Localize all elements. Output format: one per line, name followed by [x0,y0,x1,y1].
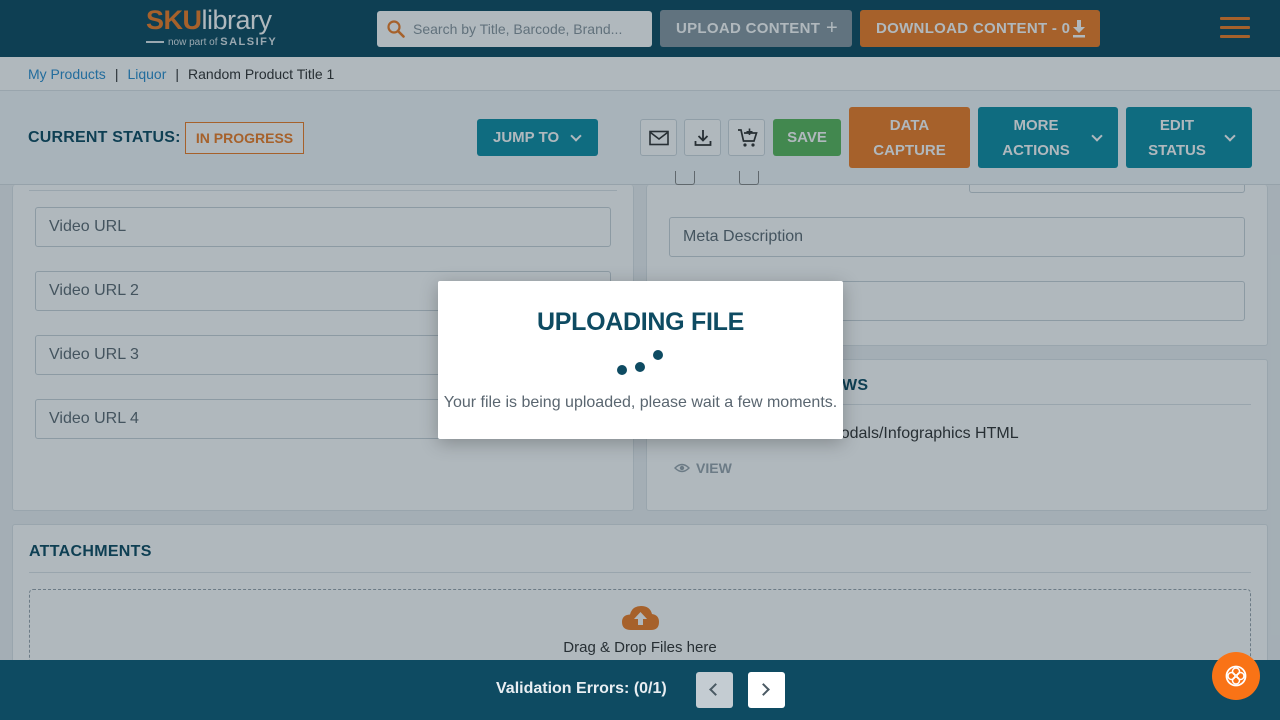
validation-errors-text: Validation Errors: (0/1) [496,680,667,697]
validation-footer: Validation Errors: (0/1) [0,660,1280,720]
chevron-right-icon [757,683,770,696]
previous-error-button[interactable] [696,672,733,708]
help-icon [1225,665,1247,687]
help-button[interactable] [1212,652,1260,700]
loading-spinner [438,281,843,439]
chevron-left-icon [709,683,722,696]
uploading-modal: UPLOADING FILE Your file is being upload… [438,281,843,439]
next-error-button[interactable] [748,672,785,708]
modal-message: Your file is being uploaded, please wait… [443,394,838,411]
